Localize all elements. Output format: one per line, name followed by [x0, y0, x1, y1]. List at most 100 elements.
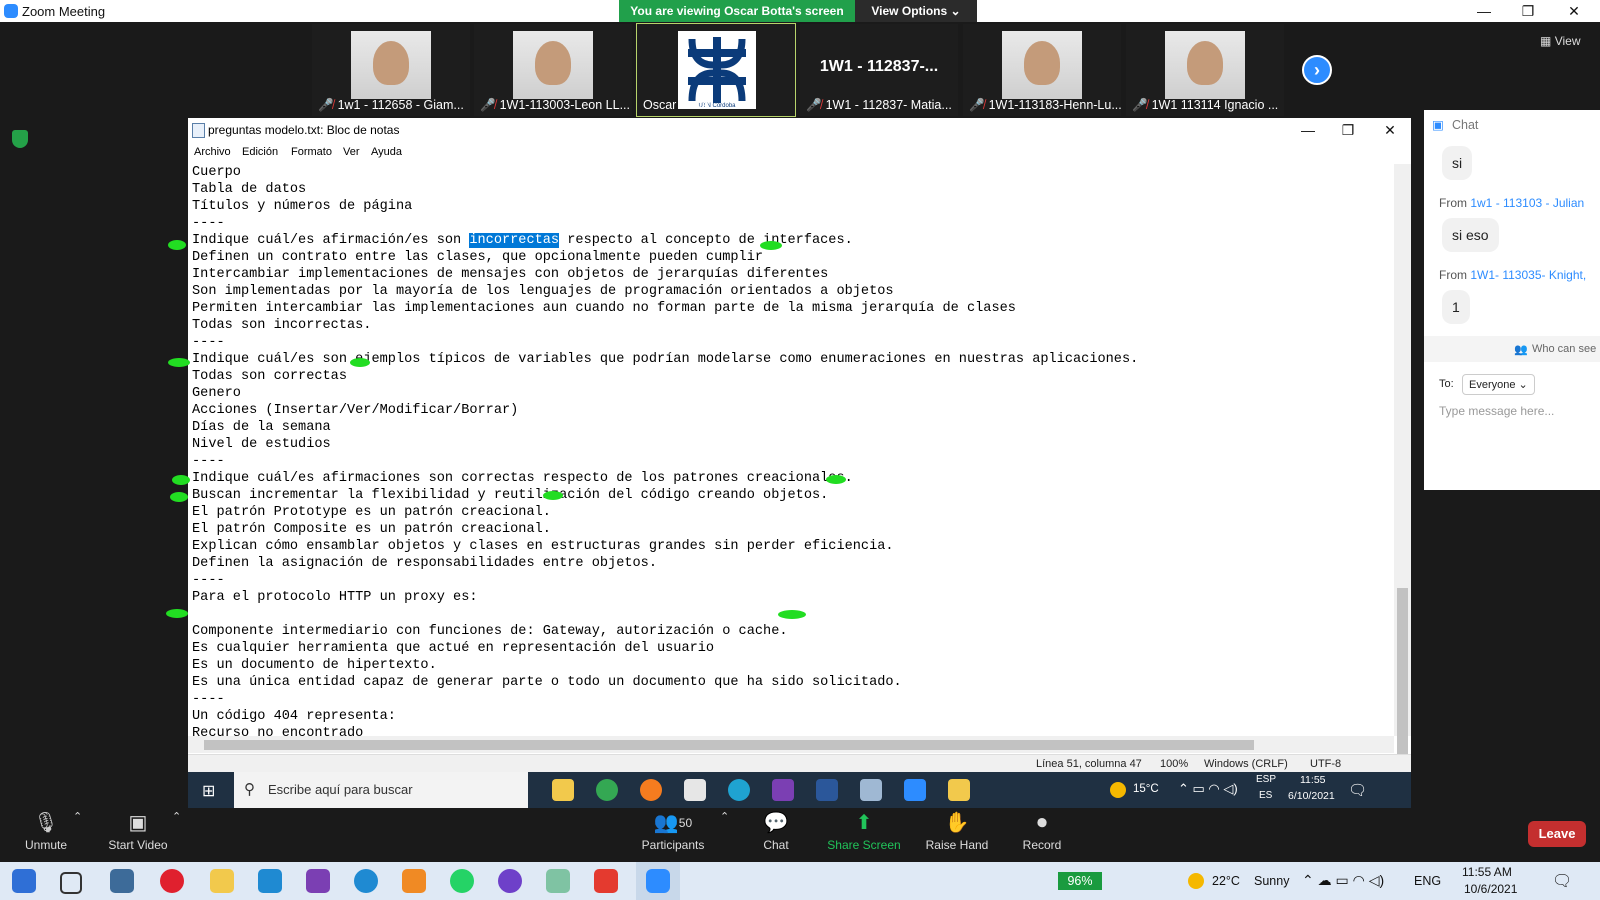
annotation-mark: [168, 358, 190, 367]
window-title: Zoom Meeting: [22, 4, 106, 19]
browser-icon[interactable]: [354, 869, 378, 893]
security-app-icon[interactable]: [684, 779, 706, 801]
zoom-taskbar-icon[interactable]: [904, 779, 926, 801]
vivaldi-icon[interactable]: [594, 869, 618, 893]
chevron-down-icon: ⌄: [1518, 379, 1528, 391]
notifications-icon[interactable]: 🗨: [1552, 871, 1572, 891]
input-language[interactable]: ESP: [1256, 774, 1276, 785]
raise-hand-button[interactable]: ✋ Raise Hand: [924, 808, 990, 862]
text-line: Componente intermediario con funciones d…: [192, 624, 788, 639]
muted-mic-icon: 🎙: [33, 812, 59, 834]
participant-tile[interactable]: 🎤̸ 1W1 113114 Ignacio ...: [1126, 24, 1284, 116]
chat-sender: From 1w1 - 113103 - Julian: [1439, 196, 1584, 210]
clock-date: 10/6/2021: [1464, 882, 1518, 896]
menu-formato[interactable]: Formato: [291, 146, 332, 158]
restore-icon[interactable]: ❐: [1328, 118, 1368, 142]
record-button[interactable]: ⏺ Record: [1022, 808, 1062, 862]
calculator-icon[interactable]: [110, 869, 134, 893]
who-can-see-bar[interactable]: 👥 Who can see: [1424, 336, 1600, 362]
chevron-up-icon[interactable]: ⌃: [720, 810, 729, 823]
security-shield-icon[interactable]: [12, 130, 28, 148]
windows-start-icon[interactable]: [12, 869, 36, 893]
horizontal-scroll-thumb[interactable]: [204, 740, 1254, 750]
tray-icons[interactable]: ⌃ ☁ ▭ ◠ ◁): [1302, 872, 1384, 889]
file-explorer-icon[interactable]: [552, 779, 574, 801]
from-prefix: From: [1439, 268, 1467, 282]
edge-icon[interactable]: [728, 779, 750, 801]
input-language[interactable]: ENG: [1414, 874, 1441, 888]
to-label: To:: [1439, 378, 1454, 390]
chevron-down-icon: ⌄: [950, 4, 961, 18]
notifications-icon[interactable]: 🗨: [1348, 781, 1367, 799]
menu-ver[interactable]: Ver: [343, 146, 360, 158]
recipient-select[interactable]: Everyone ⌄: [1462, 374, 1535, 395]
chat-title: Chat: [1452, 118, 1479, 132]
leave-button[interactable]: Leave: [1528, 821, 1586, 847]
app-taskbar-icon[interactable]: [948, 779, 970, 801]
close-icon[interactable]: ✕: [1552, 0, 1596, 22]
text-line: Cuerpo: [192, 165, 241, 180]
text-line: Es una única entidad capaz de generar pa…: [192, 675, 902, 690]
firefox-icon[interactable]: [640, 779, 662, 801]
restore-icon[interactable]: ❐: [1506, 0, 1550, 22]
zoom-taskbar-item[interactable]: [636, 862, 680, 900]
visual-studio-icon[interactable]: [306, 869, 330, 893]
chrome-icon[interactable]: [596, 779, 618, 801]
menu-edicion[interactable]: Edición: [242, 146, 278, 158]
windows-start-icon[interactable]: ⊞: [202, 781, 215, 801]
tray-icons[interactable]: ⌃ ▭ ◠ ◁): [1178, 781, 1238, 797]
task-view-icon[interactable]: [60, 872, 82, 894]
menu-archivo[interactable]: Archivo: [194, 146, 231, 158]
text-line: Nivel de estudios: [192, 437, 331, 452]
menu-ayuda[interactable]: Ayuda: [371, 146, 402, 158]
weather-sun-icon: [1110, 782, 1126, 798]
github-icon[interactable]: [498, 869, 522, 893]
unmute-button[interactable]: 🎙 Unmute: [22, 808, 70, 862]
participant-tile-active[interactable]: UTN Córdoba Oscar Botta: [636, 23, 796, 117]
minimize-icon[interactable]: —: [1462, 0, 1506, 22]
clock-time[interactable]: 11:55: [1300, 774, 1326, 786]
battery-indicator[interactable]: 96%: [1058, 872, 1102, 890]
word-icon[interactable]: [816, 779, 838, 801]
participant-tile[interactable]: 1W1 - 112837-... 🎤̸ 1W1 - 112837- Matia..…: [800, 24, 958, 116]
view-options-button[interactable]: View Options ⌄: [855, 0, 977, 22]
participants-count: 50: [678, 816, 693, 830]
sublime-icon[interactable]: [402, 869, 426, 893]
chat-button[interactable]: 💬 Chat: [756, 808, 796, 862]
view-button[interactable]: ▦ View: [1540, 34, 1580, 48]
muted-mic-icon: 🎤̸: [806, 98, 822, 112]
taskbar-search-box[interactable]: ⚲ Escribe aquí para buscar: [234, 772, 528, 808]
notepad-text-area[interactable]: Cuerpo Tabla de datos Títulos y números de…: [192, 164, 1394, 736]
chat-message-input[interactable]: Type message here...: [1439, 404, 1554, 418]
chat-panel: ▣ Chat si From 1w1 - 113103 - Julian si …: [1424, 110, 1600, 490]
notepad-taskbar-icon[interactable]: [860, 779, 882, 801]
participants-button[interactable]: 👥50 Participants: [640, 808, 706, 862]
opera-icon[interactable]: [160, 869, 184, 893]
whatsapp-icon[interactable]: [450, 869, 474, 893]
sender-name[interactable]: 1w1 - 113103 - Julian: [1470, 196, 1584, 210]
file-explorer-icon[interactable]: [210, 869, 234, 893]
share-screen-button[interactable]: ⬆ Share Screen: [826, 808, 902, 862]
muted-mic-icon: 🎤̸: [480, 98, 496, 112]
sender-name[interactable]: 1W1- 113035- Knight,: [1470, 268, 1586, 282]
start-video-button[interactable]: ▣ Start Video: [106, 808, 170, 862]
chevron-up-icon[interactable]: ⌃: [172, 810, 181, 823]
notepad-window: preguntas modelo.txt: Bloc de notas — ❐ …: [166, 118, 1411, 798]
vscode-icon[interactable]: [258, 869, 282, 893]
annotation-mark: [170, 492, 188, 502]
weather-temp[interactable]: 22°C: [1212, 874, 1240, 888]
viewing-banner: You are viewing Oscar Botta's screen: [619, 0, 855, 22]
app-icon[interactable]: [546, 869, 570, 893]
hand-icon: ✋: [944, 812, 970, 834]
next-page-arrow-icon[interactable]: ›: [1302, 55, 1332, 85]
visual-studio-icon[interactable]: [772, 779, 794, 801]
notepad-titlebar: preguntas modelo.txt: Bloc de notas — ❐ …: [188, 118, 1411, 142]
participant-tile[interactable]: 🎤̸ 1W1-113183-Henn-Lu...: [963, 24, 1122, 116]
chevron-up-icon[interactable]: ⌃: [73, 810, 82, 823]
participant-tile[interactable]: 🎤̸ 1w1 - 112658 - Giam...: [312, 24, 470, 116]
annotation-mark: [166, 609, 188, 618]
clock-time[interactable]: 11:55 AM: [1462, 865, 1512, 879]
participant-tile[interactable]: 🎤̸ 1W1-113003-Leon LL...: [474, 24, 632, 116]
close-icon[interactable]: ✕: [1370, 118, 1410, 142]
minimize-icon[interactable]: —: [1288, 118, 1328, 142]
